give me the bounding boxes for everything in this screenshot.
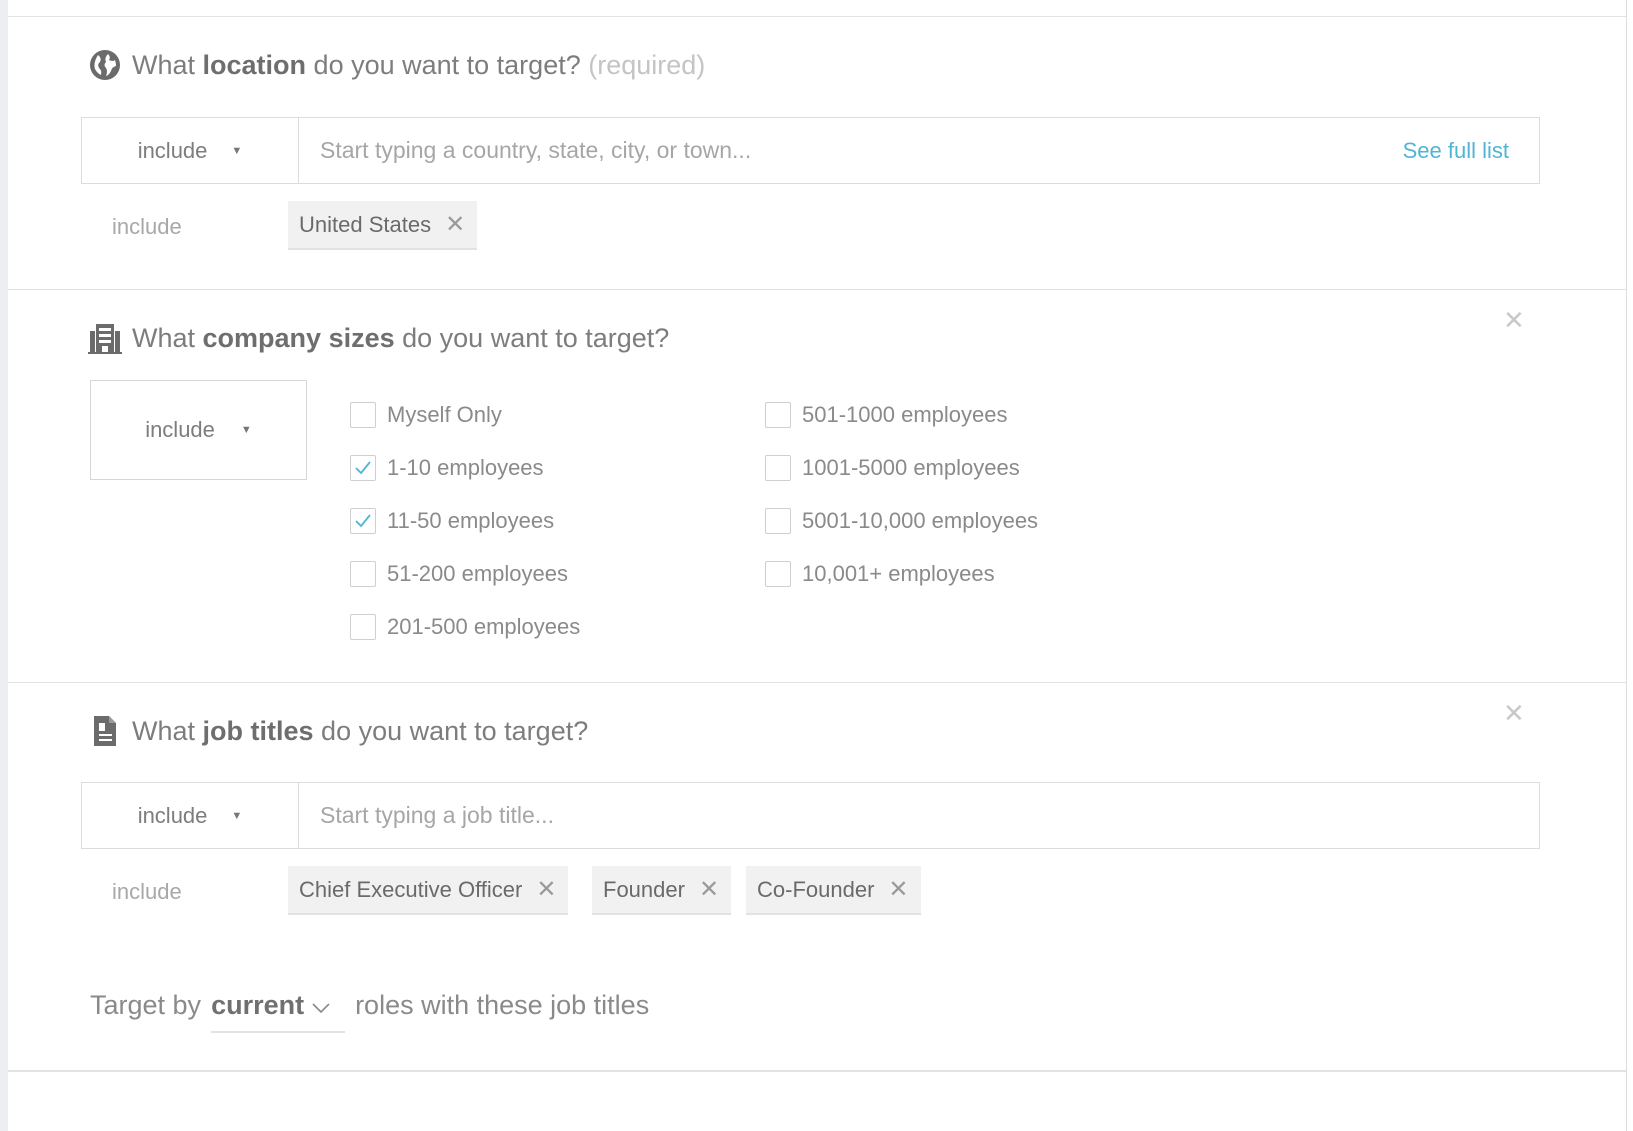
location-heading: What location do you want to target? (re… bbox=[88, 48, 705, 82]
checkmark-icon bbox=[355, 514, 371, 528]
company-heading: What company sizes do you want to target… bbox=[88, 321, 669, 355]
location-heading-post: do you want to target? bbox=[306, 49, 581, 80]
checkbox[interactable] bbox=[765, 455, 791, 481]
company-size-label: Myself Only bbox=[387, 402, 502, 427]
jobs-heading-pre: What bbox=[132, 715, 203, 746]
document-icon bbox=[88, 714, 122, 748]
target-by-value: current bbox=[211, 990, 305, 1020]
company-size-label: 11-50 employees bbox=[387, 508, 555, 533]
checkmark-icon bbox=[355, 461, 371, 475]
company-size-label: 10,001+ employees bbox=[802, 561, 995, 586]
location-mode-dropdown[interactable]: include ▼ bbox=[82, 118, 299, 183]
job-title-tag: Founder ✕ bbox=[592, 866, 732, 915]
job-title-tag-label: Founder bbox=[603, 876, 685, 902]
checkbox-checked[interactable] bbox=[350, 508, 376, 534]
location-mode-label: include bbox=[137, 137, 208, 163]
target-by-select[interactable]: current bbox=[211, 990, 346, 1033]
job-title-search-combo: include ▼ bbox=[81, 782, 1540, 849]
job-title-tag-label: Co-Founder bbox=[757, 876, 875, 902]
target-by-line: Target by current roles with these job t… bbox=[90, 990, 649, 1033]
company-size-label: 201-500 employees bbox=[387, 614, 581, 639]
company-size-label: 5001-10,000 employees bbox=[802, 508, 1039, 533]
company-size-option[interactable]: Myself Only bbox=[350, 402, 502, 428]
location-include-label: include bbox=[112, 214, 182, 239]
company-size-label: 1-10 employees bbox=[387, 455, 544, 480]
divider-bottom bbox=[8, 1070, 1626, 1072]
job-title-tag-label: Chief Executive Officer bbox=[299, 876, 523, 902]
checkbox[interactable] bbox=[350, 561, 376, 587]
jobs-include-label: include bbox=[112, 879, 182, 904]
company-mode-dropdown[interactable]: include ▼ bbox=[90, 380, 307, 480]
remove-tag-icon[interactable]: ✕ bbox=[699, 875, 719, 904]
divider-location bbox=[8, 289, 1626, 290]
remove-tag-icon[interactable]: ✕ bbox=[445, 210, 465, 239]
company-heading-post: do you want to target? bbox=[394, 322, 670, 353]
checkbox[interactable] bbox=[765, 561, 791, 587]
divider-top bbox=[8, 16, 1626, 17]
company-size-label: 1001-5000 employees bbox=[802, 455, 1020, 480]
caret-down-icon: ▼ bbox=[240, 424, 252, 436]
close-icon[interactable]: ✕ bbox=[1503, 307, 1525, 333]
caret-down-icon: ▼ bbox=[231, 809, 243, 822]
left-sidebar-edge bbox=[0, 0, 8, 1131]
jobs-mode-label: include bbox=[137, 802, 208, 828]
company-heading-bold: company sizes bbox=[202, 322, 395, 353]
company-size-option[interactable]: 201-500 employees bbox=[350, 614, 580, 640]
location-search-input[interactable] bbox=[299, 118, 1403, 183]
company-size-label: 51-200 employees bbox=[387, 561, 569, 586]
location-tag: United States ✕ bbox=[288, 201, 478, 250]
job-title-tag: Co-Founder ✕ bbox=[746, 866, 921, 915]
location-heading-bold: location bbox=[202, 49, 307, 80]
location-heading-pre: What bbox=[132, 49, 203, 80]
chevron-down-icon bbox=[312, 990, 330, 1021]
jobs-heading-post: do you want to target? bbox=[313, 715, 589, 746]
company-size-option[interactable]: 11-50 employees bbox=[350, 508, 554, 534]
remove-tag-icon[interactable]: ✕ bbox=[536, 875, 556, 904]
remove-tag-icon[interactable]: ✕ bbox=[888, 875, 908, 904]
company-size-option[interactable]: 1001-5000 employees bbox=[765, 455, 1020, 481]
company-size-option[interactable]: 10,001+ employees bbox=[765, 561, 995, 587]
building-icon bbox=[88, 321, 122, 355]
see-full-list-link[interactable]: See full list bbox=[1403, 118, 1539, 183]
company-mode-label: include bbox=[145, 417, 215, 442]
checkbox[interactable] bbox=[765, 402, 791, 428]
globe-icon bbox=[88, 48, 122, 82]
checkbox-checked[interactable] bbox=[350, 455, 376, 481]
jobs-heading-bold: job titles bbox=[202, 715, 314, 746]
scrollbar-gutter bbox=[1627, 0, 1633, 1131]
company-size-label: 501-1000 employees bbox=[802, 402, 1008, 427]
location-tag-label: United States bbox=[299, 211, 432, 237]
company-heading-pre: What bbox=[132, 322, 203, 353]
target-by-prefix: Target by bbox=[90, 990, 202, 1020]
company-size-option[interactable]: 5001-10,000 employees bbox=[765, 508, 1038, 534]
company-size-option[interactable]: 51-200 employees bbox=[350, 561, 568, 587]
job-title-search-input[interactable] bbox=[299, 783, 1539, 848]
close-icon[interactable]: ✕ bbox=[1503, 700, 1525, 726]
jobs-mode-dropdown[interactable]: include ▼ bbox=[82, 783, 299, 848]
location-search-combo: include ▼ See full list bbox=[81, 117, 1540, 184]
caret-down-icon: ▼ bbox=[231, 144, 243, 157]
jobs-heading: What job titles do you want to target? bbox=[88, 714, 588, 748]
checkbox[interactable] bbox=[350, 402, 376, 428]
company-size-option[interactable]: 501-1000 employees bbox=[765, 402, 1007, 428]
company-size-option[interactable]: 1-10 employees bbox=[350, 455, 544, 481]
checkbox[interactable] bbox=[350, 614, 376, 640]
checkbox[interactable] bbox=[765, 508, 791, 534]
location-required-label: (required) bbox=[580, 49, 706, 80]
target-by-suffix: roles with these job titles bbox=[355, 990, 650, 1020]
divider-company bbox=[8, 682, 1626, 683]
job-title-tag: Chief Executive Officer ✕ bbox=[288, 866, 569, 915]
